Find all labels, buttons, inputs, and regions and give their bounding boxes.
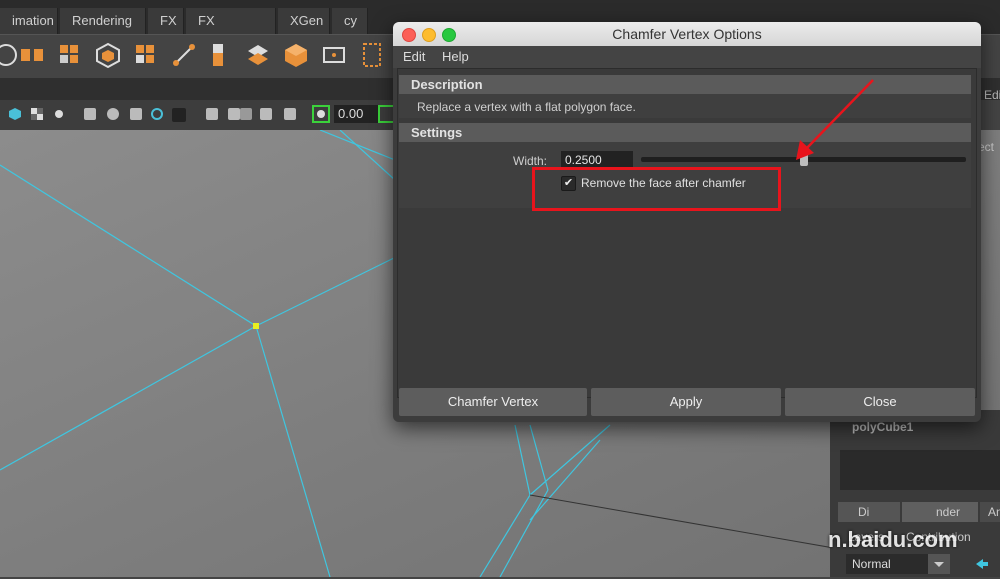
description-text: Replace a vertex with a flat polygon fac… (417, 100, 636, 114)
exposure-value[interactable]: 0.00 (334, 105, 380, 123)
description-section-header[interactable]: Description (399, 75, 971, 94)
bevel-icon[interactable] (204, 41, 232, 69)
settings-section-header[interactable]: Settings (399, 123, 971, 142)
tab-custom[interactable]: cy (332, 8, 368, 34)
width-slider-handle[interactable] (799, 152, 808, 166)
motion-blur-icon[interactable] (172, 108, 186, 122)
resolution-gate-icon[interactable] (284, 108, 296, 120)
apply-button[interactable]: Apply (591, 388, 781, 416)
camera-icon[interactable] (228, 108, 240, 120)
chamfer-vertex-button[interactable]: Chamfer Vertex (399, 388, 587, 416)
film-gate-icon[interactable] (260, 108, 272, 120)
bridge-icon[interactable] (244, 41, 272, 69)
tab-anim-label: An (988, 505, 1000, 519)
gate-icon[interactable] (240, 108, 252, 120)
blend-mode-value: Normal (852, 557, 891, 571)
xray-icon[interactable] (130, 108, 142, 120)
poly-tool-icon[interactable] (0, 41, 20, 69)
width-label: Width: (513, 154, 548, 168)
separate-icon[interactable] (18, 41, 46, 69)
chevron-down-icon (934, 562, 944, 567)
channel-box: polyCube1 Di nder An Layers Contribution… (828, 410, 1000, 577)
tab-fx-caching[interactable]: FX Caching (186, 8, 276, 54)
layer-panel (840, 450, 1000, 490)
close-button[interactable]: Close (785, 388, 975, 416)
dialog-menubar: Edit Help (393, 46, 981, 68)
tab-rendering[interactable]: Rendering (60, 8, 146, 34)
exposure-icon[interactable] (312, 105, 330, 123)
menu-edit[interactable]: Edit (403, 49, 425, 64)
tab-display[interactable]: Di (838, 502, 900, 522)
tab-fx[interactable]: FX (148, 8, 184, 34)
cube-wire-icon[interactable] (94, 41, 122, 69)
chamfer-options-dialog: Chamfer Vertex Options Edit Help Descrip… (393, 22, 981, 422)
tab-xgen[interactable]: XGen (278, 8, 330, 34)
tab-render-label: nder (936, 505, 961, 519)
display-mode-icon[interactable] (8, 107, 22, 121)
bounding-box-icon[interactable] (358, 41, 386, 69)
tab-display-label: Di (858, 505, 870, 519)
menu-help[interactable]: Help (442, 49, 469, 64)
annotation-highlight-box (532, 167, 781, 211)
tab-anim[interactable]: An (980, 502, 1000, 522)
tab-render[interactable]: nder (902, 502, 978, 522)
panel-toolbar: 0.00 (0, 100, 400, 130)
sphere-icon[interactable] (106, 107, 120, 121)
dialog-titlebar[interactable]: Chamfer Vertex Options (393, 22, 981, 47)
tab-animation[interactable]: imation (0, 8, 58, 34)
multi-cut-icon[interactable] (170, 41, 198, 69)
shadow-icon[interactable] (84, 108, 96, 120)
object-name[interactable]: polyCube1 (852, 420, 913, 434)
attr-editor-label[interactable]: Edi (984, 88, 1000, 102)
checker-icon[interactable] (30, 107, 44, 121)
watermark: n.baidu.com (828, 527, 958, 552)
select-camera-icon[interactable] (206, 108, 218, 120)
lighting-icon[interactable] (52, 107, 66, 121)
box-icon[interactable] (282, 41, 310, 69)
center-pivot-icon[interactable] (320, 41, 348, 69)
subdivide-icon[interactable] (56, 41, 84, 69)
arrow-icon[interactable] (974, 556, 990, 572)
blend-mode-dropdown[interactable] (928, 554, 950, 574)
dialog-title: Chamfer Vertex Options (612, 26, 762, 42)
ao-icon[interactable] (150, 107, 164, 121)
extrude-icon[interactable] (132, 41, 160, 69)
